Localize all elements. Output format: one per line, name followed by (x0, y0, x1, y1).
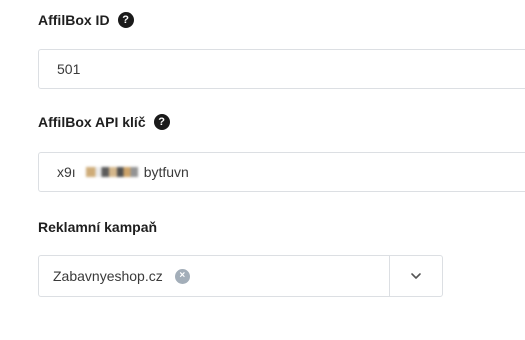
campaign-label-text: Reklamní kampaň (38, 219, 158, 235)
affilbox-api-key-input[interactable]: x9ı bytfuvn (38, 152, 525, 192)
affilbox-api-key-label-text: AffilBox API klíč (38, 114, 146, 130)
help-icon[interactable]: ? (153, 114, 170, 130)
campaign-selected-value[interactable]: Zabavnyeshop.cz × (39, 256, 389, 296)
dropdown-toggle-button[interactable] (389, 256, 442, 296)
campaign-select[interactable]: Zabavnyeshop.cz × (38, 255, 443, 297)
affilbox-id-input[interactable] (38, 49, 525, 89)
api-key-prefix: x9ı (57, 164, 76, 180)
clear-icon[interactable]: × (174, 268, 190, 284)
affilbox-id-label: AffilBox ID ? (38, 12, 134, 28)
redacted-blur (85, 167, 138, 177)
help-icon[interactable]: ? (117, 12, 134, 28)
api-key-suffix: bytfuvn (143, 164, 189, 180)
affilbox-api-key-label: AffilBox API klíč ? (38, 114, 170, 130)
chevron-down-icon (411, 273, 421, 279)
campaign-label: Reklamní kampaň (38, 219, 157, 235)
campaign-selected-text: Zabavnyeshop.cz (53, 268, 163, 284)
affilbox-id-label-text: AffilBox ID (38, 12, 110, 28)
